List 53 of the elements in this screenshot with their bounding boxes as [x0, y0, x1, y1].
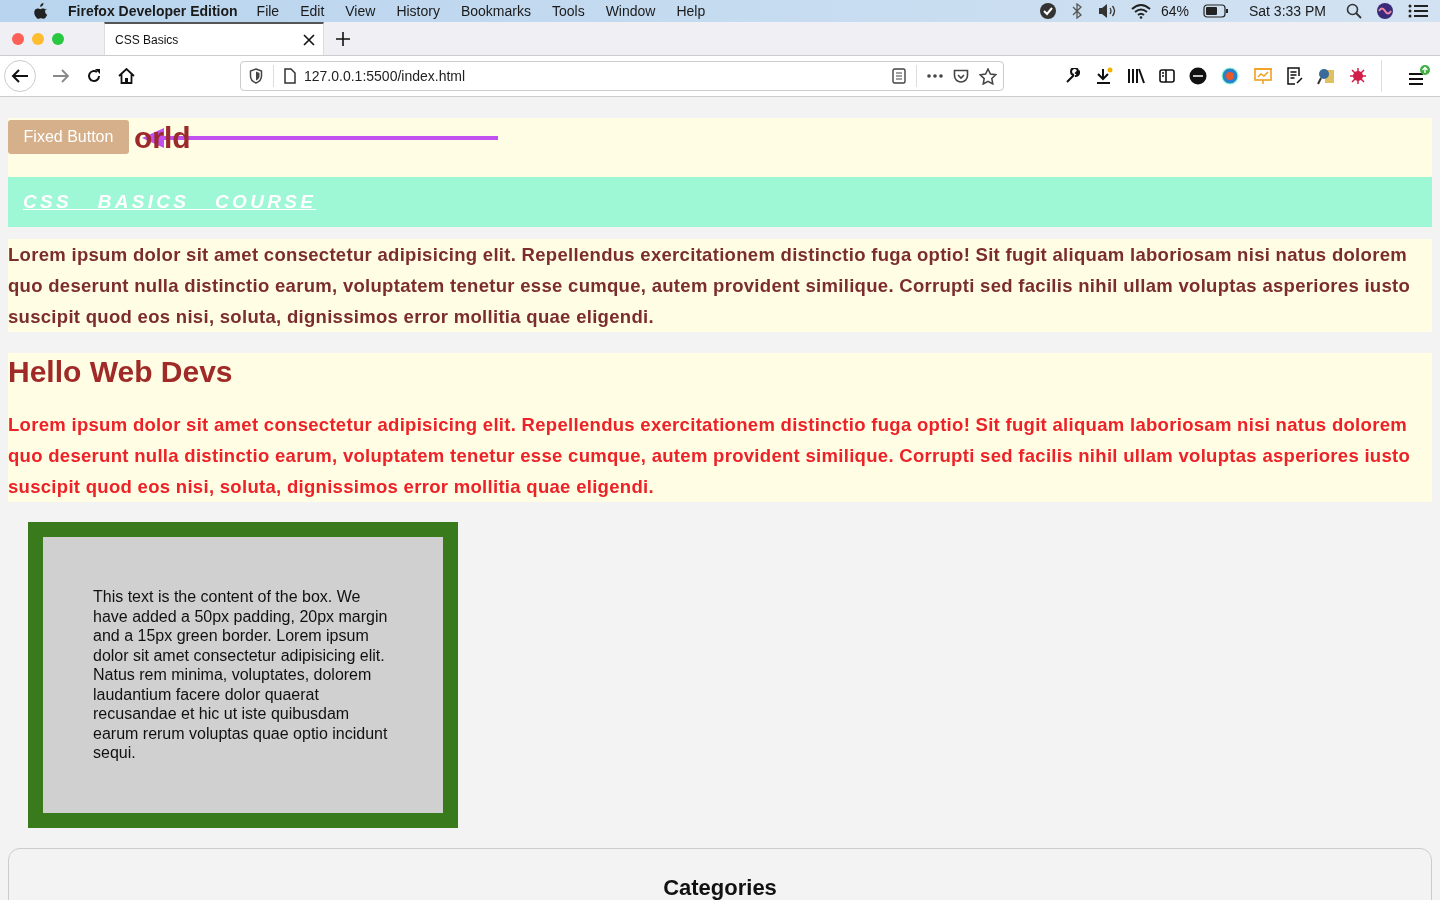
download-icon[interactable]	[1095, 67, 1113, 85]
globe-icon[interactable]	[1221, 67, 1239, 85]
shield-icon[interactable]	[249, 68, 263, 84]
reader-view-icon[interactable]	[892, 68, 906, 84]
battery-percentage: 64%	[1160, 3, 1189, 19]
menu-icon[interactable]	[1408, 65, 1430, 87]
menu-item[interactable]: Window	[605, 3, 656, 19]
intro-paragraph: Lorem ipsum dolor sit amet consectetur adipisicing elit. Repellendus exercitationem distinctio fuga optio! Sit fugit aliquam laboriosam nisi natus dolorem quo deserunt nulla distinctio earum, voluptatem tenetur esse cumque, autem provident similique. Corrupti sed facilis nihil ullam voluptas asperiores iusto suscipit quod eos nisi, soluta, dignissimos error mollitia quae eligendi.	[8, 239, 1432, 332]
address-bar[interactable]: 127.0.0.1:5500/index.html	[240, 61, 1004, 91]
menu-item[interactable]: View	[345, 3, 376, 19]
menu-item[interactable]: Bookmarks	[460, 3, 531, 19]
list-icon[interactable]	[1408, 4, 1428, 18]
section-paragraph: Lorem ipsum dolor sit amet consectetur adipisicing elit. Repellendus exercitationem distinctio fuga optio! Sit fugit aliquam laboriosam nisi natus dolorem quo deserunt nulla distinctio earum, voluptatem tenetur esse cumque, autem provident similique. Corrupti sed facilis nihil ullam voluptas asperiores iusto suscipit quod eos nisi, soluta, dignissimos error mollitia quae eligendi.	[8, 413, 1412, 499]
wifi-icon[interactable]	[1130, 3, 1151, 19]
round-badge-icon[interactable]	[1189, 67, 1207, 85]
search-icon[interactable]	[1346, 3, 1362, 19]
menu-item[interactable]: File	[256, 3, 280, 19]
close-window-button[interactable]	[12, 32, 24, 45]
menu-item[interactable]: History	[396, 3, 440, 19]
back-arrow-icon	[11, 68, 29, 84]
browser-tab[interactable]: CSS Basics	[104, 22, 324, 55]
menu-item[interactable]: Tools	[551, 3, 585, 19]
bluetooth-icon[interactable]	[1070, 3, 1083, 19]
url-text: 127.0.0.1:5500/index.html	[304, 68, 466, 84]
library-icon[interactable]	[1127, 68, 1145, 84]
page-icon	[284, 68, 296, 84]
card-title: Categories	[662, 874, 778, 900]
magnifier-document-icon[interactable]	[1317, 67, 1335, 85]
back-button[interactable]	[4, 60, 36, 92]
apple-logo-icon[interactable]	[34, 3, 48, 19]
checkmark-badge-icon[interactable]	[1038, 2, 1057, 20]
menu-item[interactable]: Help	[676, 3, 706, 19]
siri-icon[interactable]	[1376, 2, 1394, 20]
battery-icon[interactable]	[1202, 4, 1229, 18]
forward-icon[interactable]	[52, 68, 70, 84]
banner-title: CSS BASICS COURSE	[23, 191, 317, 213]
clock[interactable]: Sat 3:33 PM	[1248, 3, 1326, 19]
box-text: This text is the content of the box. We have added a 50px padding, 20px margin and a 15px green border. Lorem ipsum dolor sit amet consectetur adipisicing elit. Natus rem minima, voluptates, dolorem laudantium facere dolor quaerat recusandae et hic ut iste quibusdam earum rerum voluptas quae optio incidunt sequi.	[93, 587, 389, 763]
reload-icon[interactable]	[86, 68, 102, 84]
volume-icon[interactable]	[1096, 3, 1117, 19]
more-icon[interactable]	[927, 74, 943, 78]
notes-icon[interactable]	[1287, 67, 1303, 85]
app-menu[interactable]: Firefox Developer Edition	[68, 3, 238, 19]
star-icon[interactable]	[979, 67, 997, 85]
home-icon[interactable]	[118, 68, 135, 84]
close-icon[interactable]	[303, 33, 315, 46]
new-tab-icon[interactable]	[336, 31, 350, 46]
menu-item[interactable]: Edit	[300, 3, 325, 19]
wrench-icon[interactable]	[1065, 68, 1081, 84]
pocket-icon[interactable]	[953, 68, 969, 84]
section-heading: Hello Web Devs	[8, 354, 234, 390]
sidebar-icon[interactable]	[1159, 69, 1175, 83]
virus-icon[interactable]	[1349, 67, 1367, 85]
